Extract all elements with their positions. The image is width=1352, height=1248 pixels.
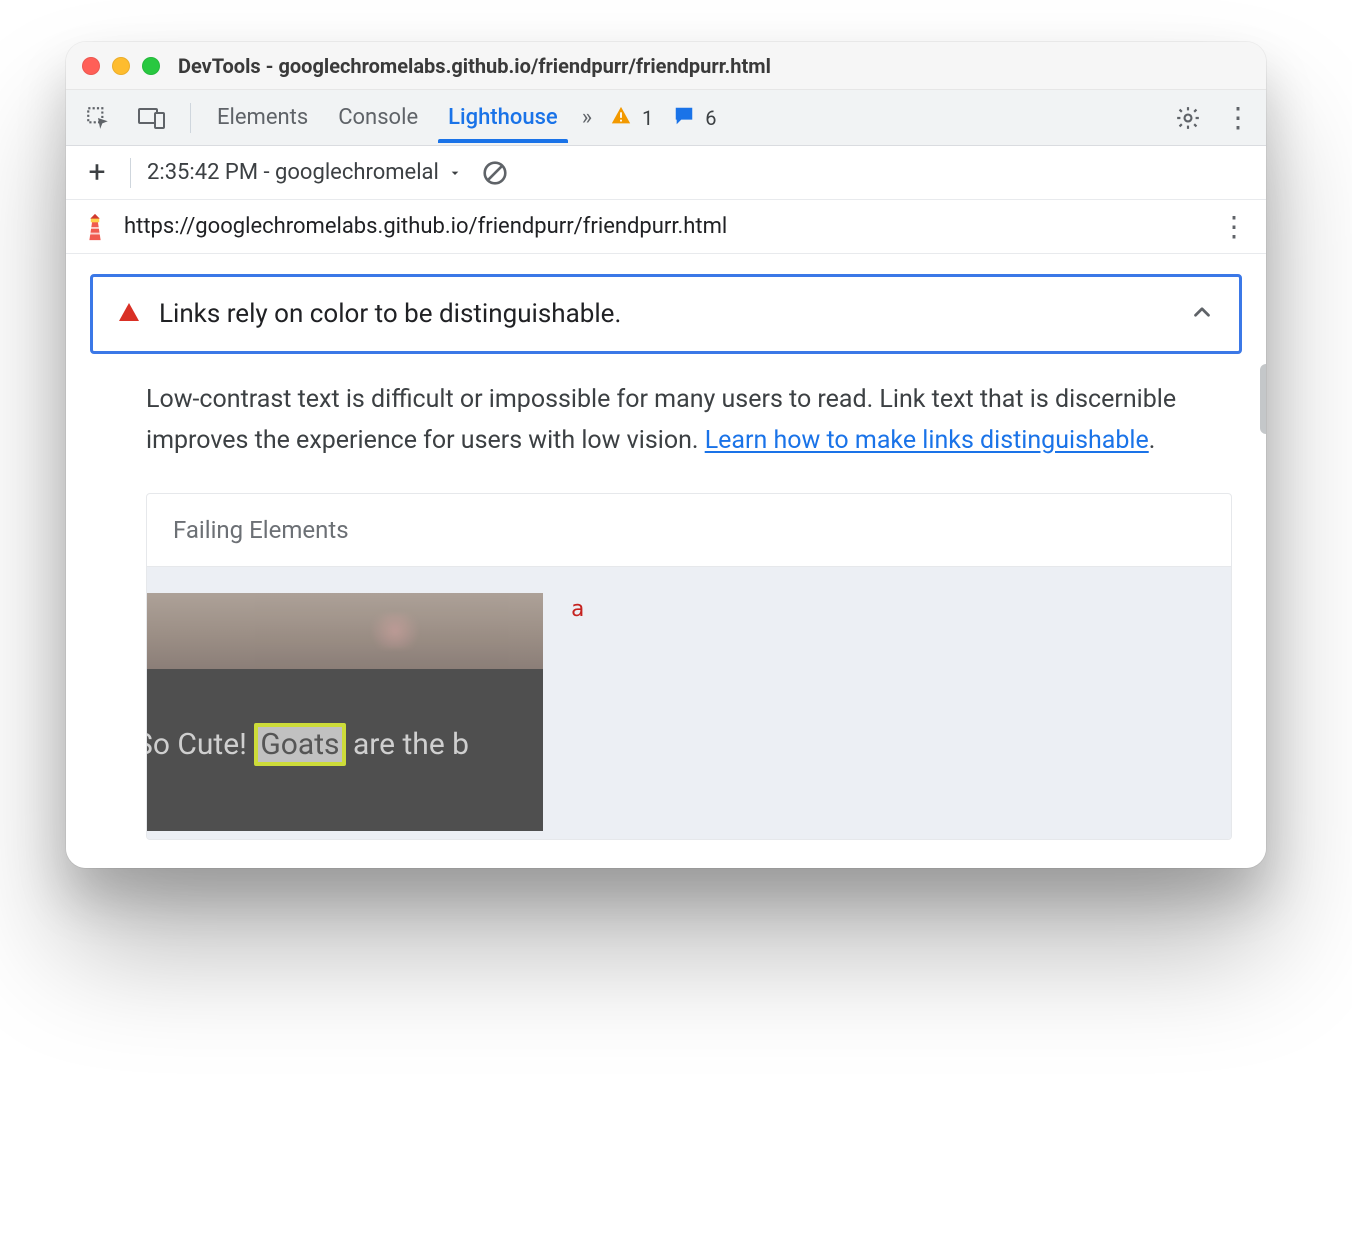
device-toolbar-icon[interactable]	[134, 100, 170, 136]
audit-title: Links rely on color to be distinguishabl…	[159, 299, 1171, 329]
tab-console[interactable]: Console	[332, 93, 424, 142]
new-report-button[interactable]: +	[80, 155, 114, 190]
toolbar-separator	[130, 158, 131, 188]
snapshot-text: So Cute! Goats are the b	[147, 723, 469, 766]
devtools-window: DevTools - googlechromelabs.github.io/fr…	[66, 42, 1266, 868]
report-select-row: + 2:35:42 PM - googlechromelal	[66, 146, 1266, 200]
learn-more-link[interactable]: Learn how to make links distinguishable	[705, 426, 1149, 455]
report-url-row: https://googlechromelabs.github.io/frien…	[66, 200, 1266, 254]
chevron-up-icon	[1189, 299, 1215, 329]
issues-speech-icon	[673, 105, 695, 131]
titlebar: DevTools - googlechromelabs.github.io/fr…	[66, 42, 1266, 90]
audit-description-period: .	[1149, 426, 1156, 455]
settings-gear-icon[interactable]	[1170, 100, 1206, 136]
traffic-lights	[82, 57, 160, 75]
tab-elements[interactable]: Elements	[211, 93, 314, 142]
lighthouse-content: Links rely on color to be distinguishabl…	[66, 254, 1266, 868]
snapshot-highlight: Goats	[254, 723, 345, 766]
report-dropdown[interactable]: 2:35:42 PM - googlechromelal	[147, 160, 463, 185]
window-title: DevTools - googlechromelabs.github.io/fr…	[178, 54, 771, 78]
minimize-window-button[interactable]	[112, 57, 130, 75]
failing-elements-panel: Failing Elements So Cute! Goats are the …	[146, 493, 1232, 840]
tab-lighthouse[interactable]: Lighthouse	[442, 93, 564, 142]
issues-badge[interactable]: 6	[673, 105, 716, 131]
audit-description: Low-contrast text is difficult or imposs…	[146, 380, 1232, 461]
report-dropdown-label: 2:35:42 PM - googlechromelal	[147, 160, 439, 185]
failing-elements-header: Failing Elements	[147, 494, 1231, 567]
scrollbar-thumb[interactable]	[1260, 364, 1266, 434]
issues-count: 6	[705, 106, 716, 130]
failing-element-tag[interactable]: a	[571, 597, 584, 622]
snapshot-text-post: are the b	[346, 727, 470, 762]
caret-down-icon	[447, 165, 463, 181]
warnings-badge[interactable]: 1	[610, 105, 653, 131]
element-snapshot[interactable]: So Cute! Goats are the b	[147, 593, 543, 831]
devtools-toolbar: Elements Console Lighthouse » 1 6 ⋮	[66, 90, 1266, 146]
warning-triangle-icon	[610, 105, 632, 131]
fail-triangle-icon	[117, 300, 141, 328]
report-url: https://googlechromelabs.github.io/frien…	[124, 214, 1206, 239]
failing-elements-body: So Cute! Goats are the b a	[147, 567, 1231, 839]
zoom-window-button[interactable]	[142, 57, 160, 75]
lighthouse-icon	[80, 212, 110, 242]
warnings-count: 1	[642, 106, 653, 130]
snapshot-text-pre: So Cute!	[147, 727, 254, 762]
clear-report-icon[interactable]	[477, 155, 513, 191]
inspect-element-icon[interactable]	[80, 100, 116, 136]
close-window-button[interactable]	[82, 57, 100, 75]
audit-accordion-header[interactable]: Links rely on color to be distinguishabl…	[90, 274, 1242, 354]
toolbar-separator	[190, 103, 191, 133]
more-tabs-icon[interactable]: »	[582, 105, 590, 130]
